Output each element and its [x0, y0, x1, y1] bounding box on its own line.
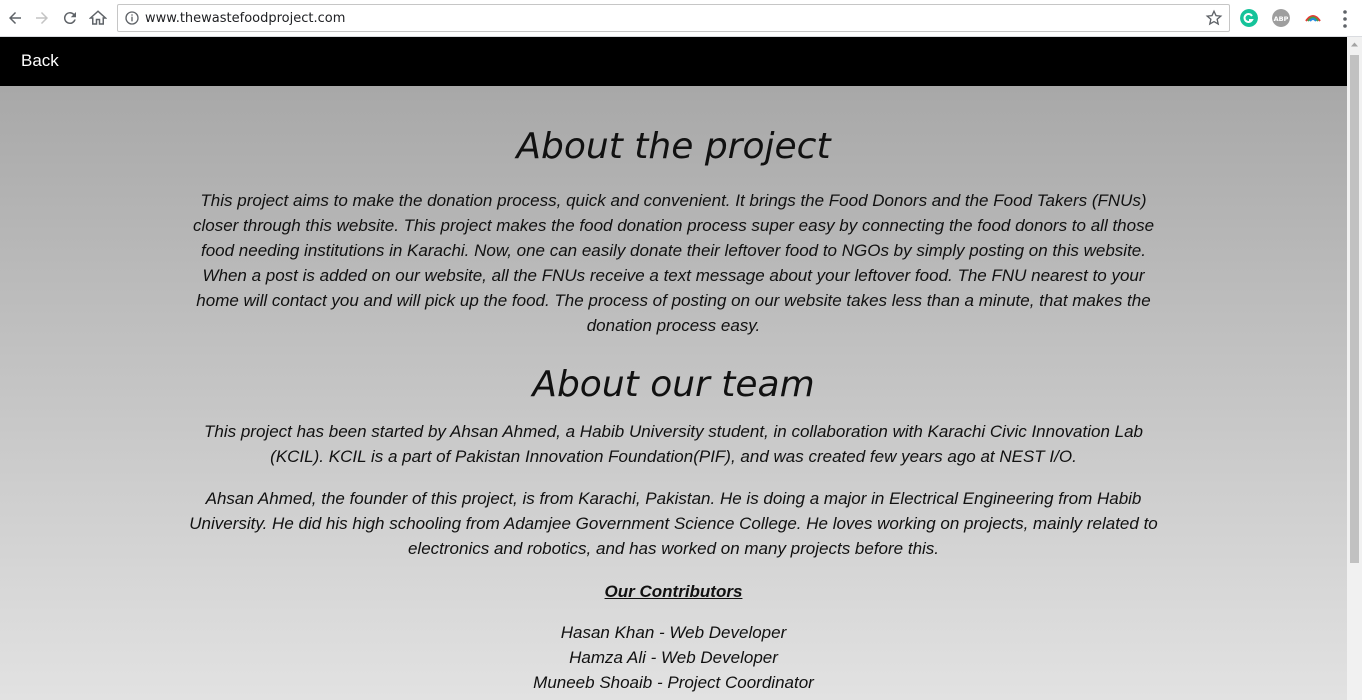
- back-arrow-icon[interactable]: [4, 7, 26, 29]
- grammarly-icon[interactable]: [1240, 9, 1258, 27]
- scroll-up-arrow-icon[interactable]: [1347, 37, 1362, 52]
- adblock-icon[interactable]: ABP: [1272, 9, 1290, 27]
- site-header: Back: [0, 37, 1347, 86]
- about-team-paragraph-2: Ahsan Ahmed, the founder of this project…: [189, 489, 1158, 558]
- browser-toolbar: www.thewastefoodproject.com ABP: [0, 0, 1362, 37]
- reload-icon[interactable]: [59, 7, 81, 29]
- menu-icon[interactable]: [1340, 9, 1350, 29]
- contributor-item: Muneeb Shoaib - Project Coordinator: [533, 673, 814, 692]
- address-bar[interactable]: www.thewastefoodproject.com: [117, 4, 1230, 32]
- about-project-text: This project aims to make the donation p…: [192, 191, 1155, 335]
- about-project-title: About the project: [516, 126, 831, 167]
- main-content: About the project This project aims to m…: [0, 86, 1347, 700]
- forward-arrow-icon[interactable]: [31, 7, 53, 29]
- url-text[interactable]: www.thewastefoodproject.com: [145, 11, 345, 26]
- back-link[interactable]: Back: [21, 51, 59, 71]
- svg-text:ABP: ABP: [1274, 15, 1289, 23]
- info-icon[interactable]: [124, 10, 140, 26]
- contributor-item: Hasan Khan - Web Developer: [560, 623, 787, 642]
- about-team-title: About our team: [532, 364, 815, 405]
- scrollbar-thumb[interactable]: [1350, 55, 1359, 563]
- scrollbar[interactable]: [1347, 37, 1362, 700]
- contributor-item: Hamza Ali - Web Developer: [569, 648, 778, 667]
- contributors-heading: Our Contributors: [604, 582, 743, 601]
- extension-icon[interactable]: [1304, 9, 1322, 27]
- about-team-paragraph-1: This project has been started by Ahsan A…: [204, 422, 1143, 466]
- home-icon[interactable]: [87, 7, 109, 29]
- star-icon[interactable]: [1205, 9, 1223, 27]
